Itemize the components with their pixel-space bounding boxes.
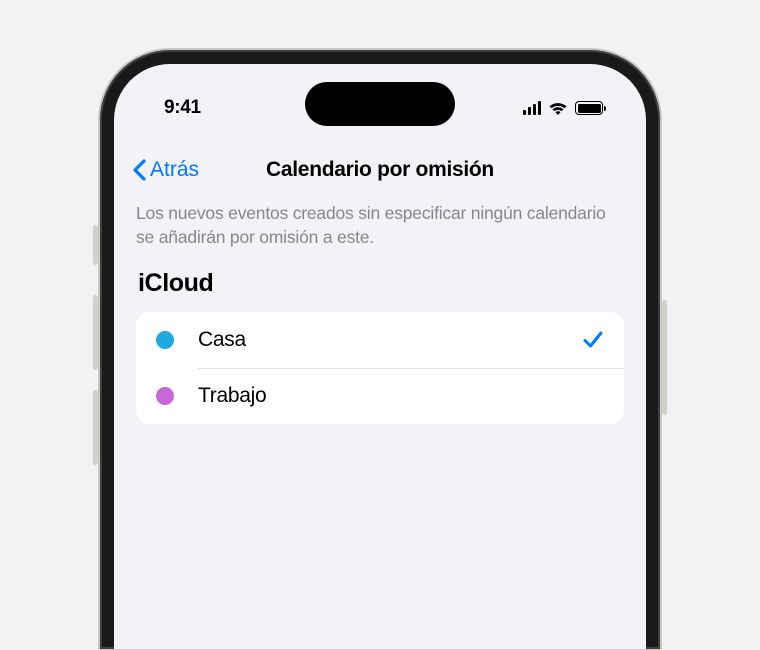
content-area: Los nuevos eventos creados sin especific… [114,202,646,424]
side-button [93,225,98,265]
dynamic-island [305,82,455,126]
checkmark-icon [582,329,604,351]
calendar-label: Trabajo [198,384,604,408]
back-label: Atrás [150,158,199,182]
phone-frame: 9:41 [100,50,660,649]
side-button [93,390,98,465]
nav-bar: Atrás Calendario por omisión [114,146,646,194]
calendar-color-dot [156,331,174,349]
battery-icon [575,101,606,115]
calendar-row[interactable]: Trabajo [136,368,624,424]
status-time: 9:41 [164,97,201,119]
wifi-icon [548,101,568,116]
calendar-row[interactable]: Casa [136,312,624,368]
page-title: Calendario por omisión [266,158,494,182]
side-button [662,300,667,415]
status-icons [523,101,607,116]
cellular-icon [523,101,542,115]
section-header: iCloud [136,269,624,298]
back-button[interactable]: Atrás [132,158,199,182]
calendar-label: Casa [198,328,558,352]
chevron-left-icon [132,159,146,181]
calendar-list: Casa Trabajo [136,312,624,424]
phone-screen: 9:41 [114,64,646,649]
side-button [93,295,98,370]
calendar-color-dot [156,387,174,405]
description-text: Los nuevos eventos creados sin especific… [136,202,624,249]
